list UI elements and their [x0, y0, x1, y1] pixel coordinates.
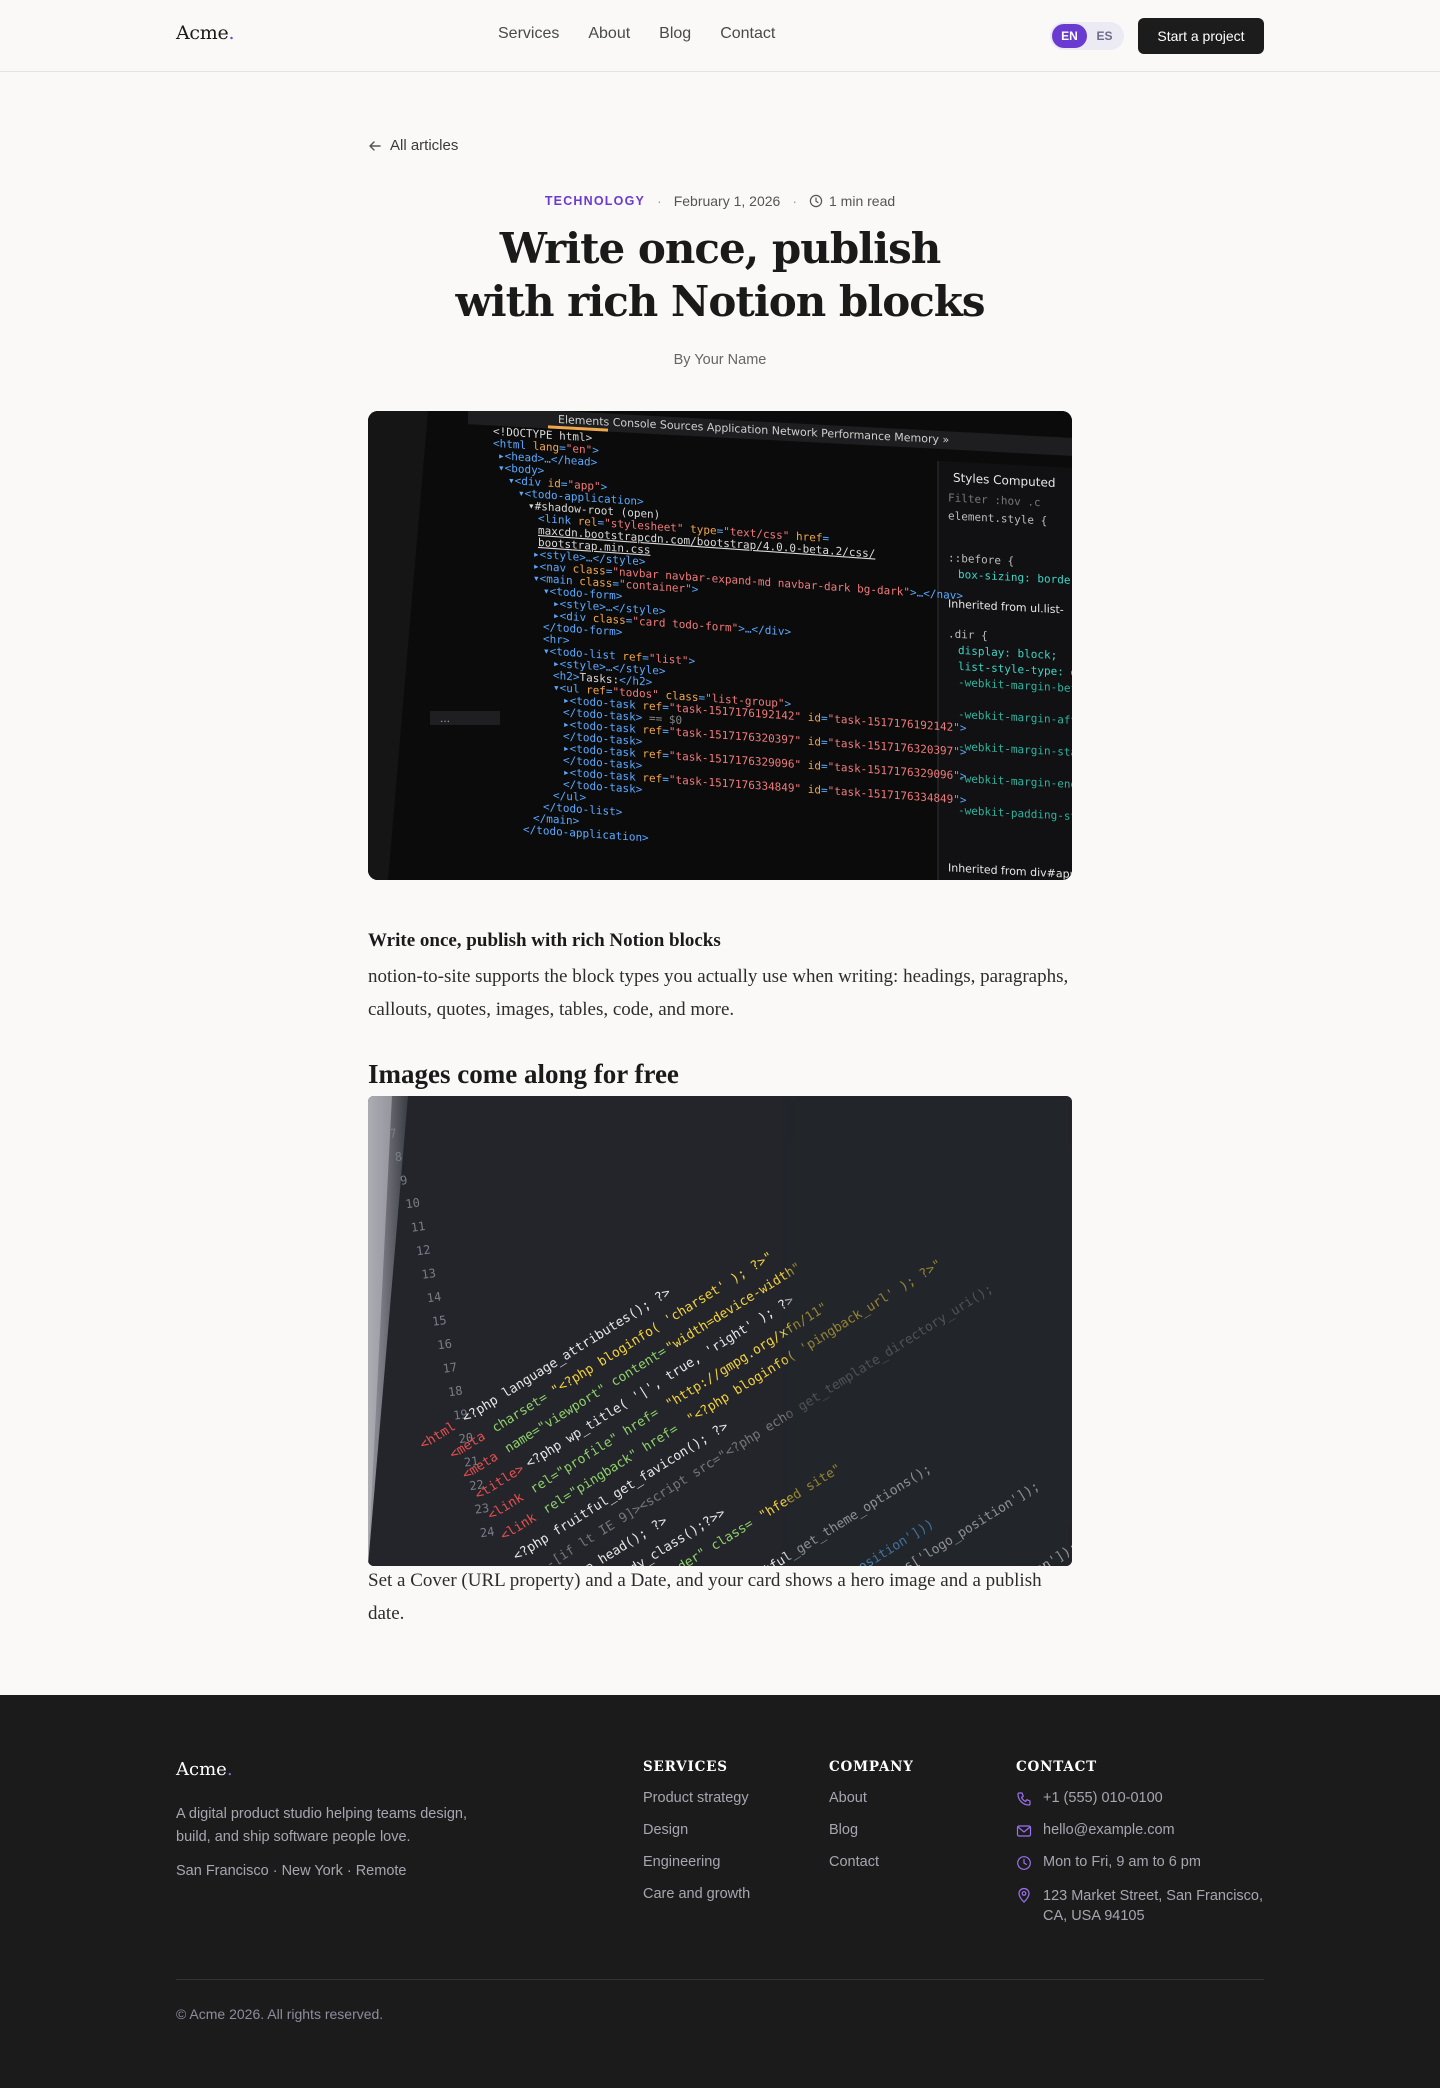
footer-link-care-growth[interactable]: Care and growth [643, 1886, 750, 1918]
svg-text:10: 10 [405, 1196, 421, 1212]
hero-image: Elements Console Sources Application Net… [368, 411, 1072, 880]
footer-address: 123 Market Street, San Francisco, CA, US… [1016, 1886, 1273, 1924]
svg-text:12: 12 [415, 1242, 431, 1258]
svg-text:15: 15 [431, 1313, 447, 1329]
main-nav: Services About Blog Contact [498, 25, 775, 43]
footer-phone[interactable]: +1 (555) 010-0100 [1016, 1790, 1273, 1822]
footer-link-contact[interactable]: Contact [829, 1854, 914, 1886]
svg-text:17: 17 [442, 1360, 458, 1376]
code-screenshot-illustration: Elements Console Sources Application Net… [368, 411, 1072, 880]
footer-hours: Mon to Fri, 9 am to 6 pm [1016, 1854, 1273, 1886]
meta-separator: · [792, 193, 797, 209]
section-paragraph: Set a Cover (URL property) and a Date, a… [368, 1570, 1042, 1624]
svg-text:16: 16 [437, 1336, 453, 1352]
lang-en-button[interactable]: EN [1052, 24, 1087, 48]
read-time-label: 1 min read [829, 193, 896, 209]
body-heading: Write once, publish with rich Notion blo… [368, 930, 721, 951]
site-header: Acme. Services About Blog Contact EN ES … [0, 0, 1440, 72]
footer-link-engineering[interactable]: Engineering [643, 1854, 750, 1886]
section-heading: Images come along for free [368, 1059, 679, 1089]
footer-company: COMPANY About Blog Contact [829, 1759, 914, 1886]
svg-text:…: … [440, 714, 450, 725]
footer-link-design[interactable]: Design [643, 1822, 750, 1854]
footer-description: A digital product studio helping teams d… [176, 1806, 467, 1845]
back-label: All articles [390, 137, 459, 154]
footer-link-about[interactable]: About [829, 1790, 914, 1822]
arrow-left-icon [369, 140, 381, 151]
footer-contact: CONTACT +1 (555) 010-0100 hello@example.… [1016, 1759, 1273, 1924]
language-switcher: EN ES [1050, 22, 1124, 50]
nav-contact[interactable]: Contact [720, 25, 775, 43]
svg-text:11: 11 [410, 1219, 426, 1235]
meta-separator: · [657, 193, 662, 209]
read-time: 1 min read [809, 193, 895, 209]
footer-services: SERVICES Product strategy Design Enginee… [643, 1759, 750, 1918]
code-closeup-illustration: 789 101112 131415 161718 192021 222324 <… [368, 1096, 1072, 1566]
footer-contact-title: CONTACT [1016, 1759, 1098, 1775]
logo[interactable]: Acme. [176, 22, 234, 44]
clock-icon [809, 194, 823, 208]
site-footer: Acme. A digital product studio helping t… [0, 1695, 1440, 2088]
map-pin-icon [1018, 1887, 1030, 1903]
article-title: Write once, publish with rich Notion bloc… [455, 224, 985, 326]
back-to-articles-link[interactable]: All articles [368, 137, 458, 154]
footer-locations: San Francisco · New York · Remote [176, 1863, 407, 1879]
clock-icon [1017, 1856, 1031, 1870]
body-paragraph: notion-to-site supports the block types … [368, 966, 1069, 1020]
svg-text:13: 13 [421, 1266, 437, 1282]
article-meta: TECHNOLOGY · February 1, 2026 · 1 min re… [0, 193, 1440, 209]
byline: By Your Name [673, 352, 767, 368]
footer-logo[interactable]: Acme. [176, 1759, 233, 1780]
lang-es-button[interactable]: ES [1087, 24, 1122, 48]
nav-about[interactable]: About [588, 25, 630, 43]
svg-text:18: 18 [447, 1383, 463, 1399]
copyright: © Acme 2026. All rights reserved. [176, 2006, 384, 2022]
category-badge[interactable]: TECHNOLOGY [545, 194, 645, 208]
nav-blog[interactable]: Blog [659, 25, 691, 43]
footer-divider [176, 1979, 1264, 1980]
footer-services-title: SERVICES [643, 1759, 728, 1775]
footer-link-product-strategy[interactable]: Product strategy [643, 1790, 750, 1822]
publish-date: February 1, 2026 [673, 193, 781, 209]
svg-text:24: 24 [479, 1524, 495, 1540]
footer-company-title: COMPANY [829, 1759, 914, 1775]
svg-text:.dir {: .dir { [948, 627, 988, 642]
nav-services[interactable]: Services [498, 25, 559, 43]
start-project-button[interactable]: Start a project [1138, 18, 1264, 54]
mail-icon [1016, 1825, 1032, 1837]
svg-text:14: 14 [426, 1289, 442, 1305]
code-image: 789 10 11 12 13 14 15 16 17 18 19 20 21 22 23 24 <… [368, 1096, 1072, 1566]
footer-link-blog[interactable]: Blog [829, 1822, 914, 1854]
phone-icon [1017, 1792, 1031, 1806]
footer-email[interactable]: hello@example.com [1016, 1822, 1273, 1854]
